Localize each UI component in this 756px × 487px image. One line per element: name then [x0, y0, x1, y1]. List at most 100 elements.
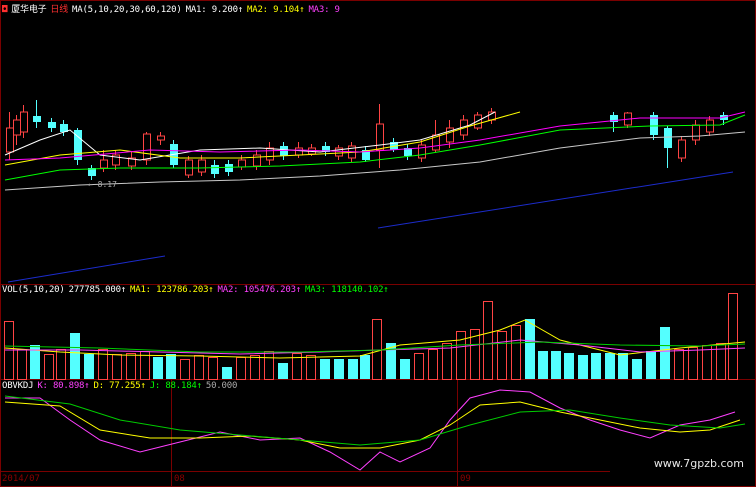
ma2-value: MA2: 9.104↑: [247, 5, 305, 15]
kdj-k-line: [5, 389, 736, 471]
volume-bar-up: [442, 343, 452, 380]
volume-bar-down: [84, 354, 94, 379]
volume-ma2: MA2: 105476.203↑: [217, 285, 302, 295]
volume-bar-up: [728, 293, 738, 380]
volume-bar-down: [660, 327, 670, 379]
volume-bar-up: [17, 349, 27, 380]
price-panel-header: ◘ 厦华电子 日线 MA(5,10,20,30,60,120) MA1: 9.200↑ M…: [2, 2, 344, 15]
kdj-d: D: 77.255↑: [93, 381, 146, 391]
volume-bar-down: [153, 357, 163, 379]
ma3-value: MA3: 9: [308, 5, 340, 15]
volume-bar-up: [44, 354, 54, 380]
volume-bar-down: [525, 319, 535, 379]
candle-body-up: [143, 133, 151, 161]
candle-body-up: [157, 135, 165, 141]
candle-body-down: [33, 116, 41, 122]
chart-canvas[interactable]: [0, 0, 756, 487]
kdj-panel-header: OBVKDJ K: 80.898↑ D: 77.255↑ J: 88.184↑ 50.0…: [2, 381, 241, 391]
price-marker: ← 8.17: [88, 180, 117, 189]
candle-body-up: [692, 124, 700, 141]
candle-body-up: [678, 139, 686, 159]
date-label-sep: 09: [460, 474, 471, 484]
volume-bar-down: [538, 351, 548, 379]
kdj-title: OBVKDJ: [2, 381, 34, 391]
stock-chart-window: ◘ 厦华电子 日线 MA(5,10,20,30,60,120) MA1: 9.200↑ M…: [0, 0, 756, 487]
candle-body-up: [20, 111, 28, 133]
watermark: www.7gpzb.com: [653, 457, 744, 470]
volume-bar-down: [564, 353, 574, 379]
volume-bar-up: [112, 354, 122, 380]
volume-bar-up: [702, 345, 712, 380]
volume-bar-down: [400, 359, 410, 379]
volume-bar-down: [605, 353, 615, 379]
trend-line-right: [377, 171, 734, 229]
volume-bar-down: [578, 355, 588, 379]
candle-body-up: [474, 114, 482, 129]
volume-bar-up: [126, 353, 136, 380]
volume-bar-down: [278, 363, 288, 379]
trend-line-left: [7, 255, 166, 283]
volume-bar-down: [334, 359, 344, 379]
kdj-k: K: 80.898↑: [37, 381, 90, 391]
stock-name: 厦华电子: [11, 5, 47, 15]
candle-body-up: [238, 159, 246, 168]
frame-border: [0, 0, 756, 487]
volume-bar-down: [222, 367, 232, 379]
volume-panel-header: VOL(5,10,20) 277785.000↑ MA1: 123786.203↑ M…: [2, 285, 393, 295]
volume-bar-down: [70, 333, 80, 379]
kdj-j: J: 88.184↑: [149, 381, 202, 391]
volume-bar-up: [194, 355, 204, 380]
volume-value: 277785.000↑: [68, 285, 127, 295]
ma2-line: [4, 111, 521, 166]
volume-bar-down: [591, 353, 601, 379]
volume-bar-up: [306, 355, 316, 380]
volume-bar-up: [264, 351, 274, 380]
volume-ma1: MA1: 123786.203↑: [130, 285, 214, 295]
volume-bar-up: [180, 359, 190, 380]
volume-bar-up: [208, 357, 218, 380]
volume-ma3: MA3: 118140.102↑: [305, 285, 389, 295]
volume-bar-down: [166, 354, 176, 379]
kdj-j-line: [4, 395, 746, 446]
volume-bar-down: [360, 355, 370, 379]
candle-body-up: [6, 127, 14, 153]
candle-body-up: [266, 147, 274, 161]
volume-bar-down: [646, 351, 656, 379]
kdj-d-line: [4, 401, 741, 449]
candle-body-down: [225, 164, 233, 172]
volume-bar-down: [632, 359, 642, 379]
volume-bar-down: [551, 351, 561, 379]
volume-bar-up: [56, 349, 66, 380]
volume-bar-up: [688, 347, 698, 380]
candle-body-down: [664, 128, 672, 148]
volume-bar-up: [483, 301, 493, 380]
kdj-level: 50.000: [205, 381, 238, 391]
volume-bar-up: [236, 357, 246, 380]
candle-body-down: [48, 122, 56, 128]
volume-bar-up: [428, 349, 438, 380]
candle-body-up: [295, 147, 303, 156]
stock-name-icon: ◘: [2, 5, 8, 15]
candle-body-up: [376, 123, 384, 151]
candle-body-up: [13, 119, 21, 136]
ma-params: MA(5,10,20,30,60,120): [72, 5, 182, 15]
volume-bar-down: [320, 359, 330, 379]
candle-body-up: [706, 119, 714, 133]
ma4-line: [4, 114, 746, 181]
ma3-line: [4, 111, 746, 161]
candle-body-down: [211, 165, 219, 174]
ma1-value: MA1: 9.200↑: [185, 5, 244, 15]
volume-bar-up: [674, 349, 684, 380]
volume-bar-up: [511, 325, 521, 380]
date-label-start: 2014/07: [2, 474, 40, 484]
date-label-aug: 08: [174, 474, 185, 484]
candle-body-up: [100, 159, 108, 169]
volume-title: VOL(5,10,20): [2, 285, 65, 295]
volume-bar-up: [497, 331, 507, 380]
period-label: 日线: [50, 5, 69, 15]
volume-bar-down: [348, 359, 358, 379]
volume-bar-up: [414, 353, 424, 380]
volume-bar-down: [618, 353, 628, 379]
volume-bar-up: [250, 355, 260, 380]
candle-body-down: [280, 146, 288, 156]
